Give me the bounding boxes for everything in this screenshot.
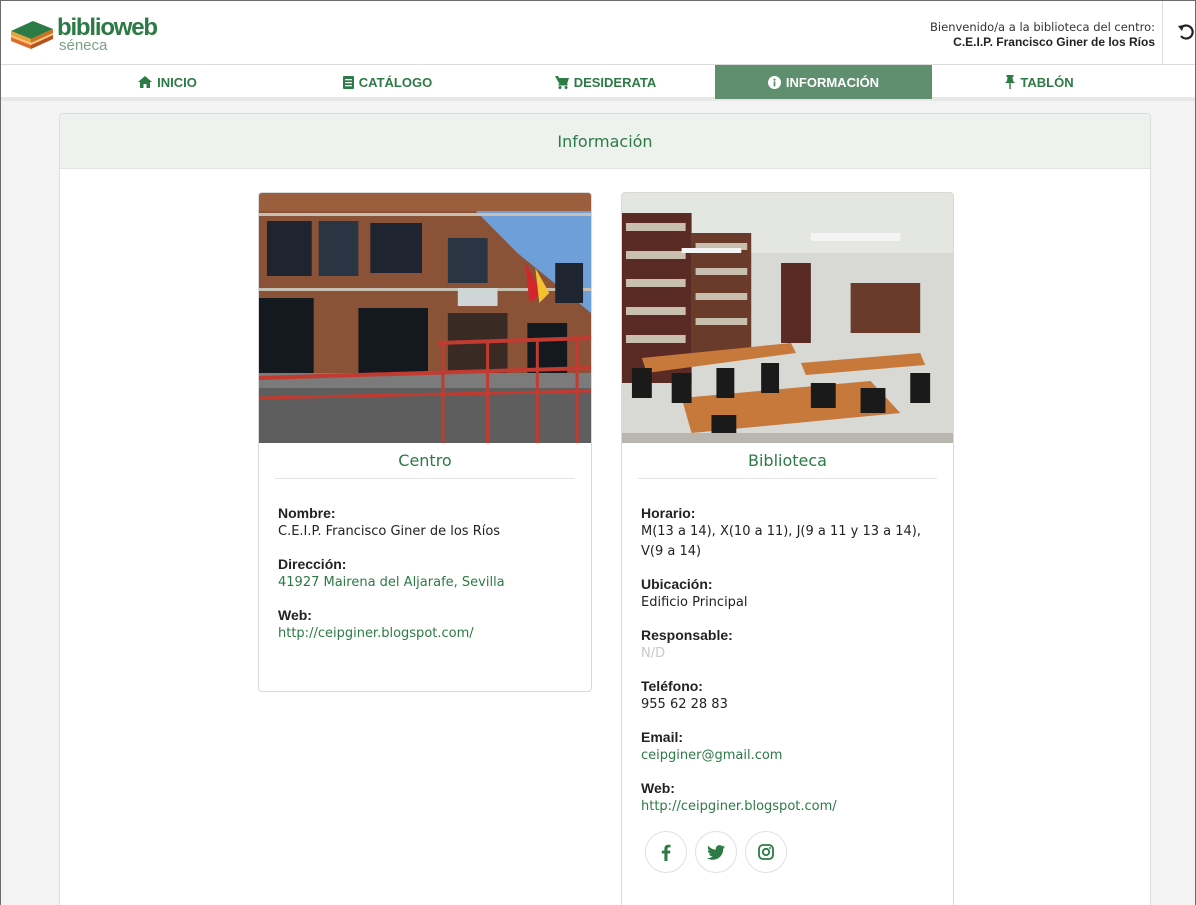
twitter-icon (707, 844, 725, 860)
direccion-label: Dirección: (278, 556, 347, 572)
biblioteca-web-link[interactable]: http://ceipginer.blogspot.com/ (641, 797, 934, 817)
cart-icon (554, 75, 569, 89)
nav-catalogo[interactable]: CATÁLOGO (279, 65, 496, 99)
header-divider (1162, 1, 1163, 65)
field-ubicacion: Ubicación: Edificio Principal (641, 576, 934, 613)
ubicacion-value: Edificio Principal (641, 595, 748, 610)
welcome-text: Bienvenido/a a la biblioteca del centro: (930, 20, 1155, 34)
field-web: Web: http://ceipginer.blogspot.com/ (641, 780, 934, 817)
pin-icon (1005, 75, 1016, 89)
email-label: Email: (641, 729, 684, 745)
welcome-block: Bienvenido/a a la biblioteca del centro:… (930, 20, 1155, 50)
centro-fields: Nombre: C.E.I.P. Francisco Giner de los … (259, 479, 591, 644)
email-link[interactable]: ceipginer@gmail.com (641, 746, 934, 766)
panel-title: Información (60, 114, 1150, 169)
nav-informacion[interactable]: INFORMACIÓN (715, 65, 932, 99)
facebook-button[interactable] (645, 831, 687, 873)
facebook-icon (661, 844, 671, 861)
nav-desiderata-label: DESIDERATA (573, 74, 657, 90)
horario-label: Horario: (641, 505, 696, 521)
center-name: C.E.I.P. Francisco Giner de los Ríos (953, 35, 1155, 49)
home-icon (138, 76, 153, 88)
ubicacion-label: Ubicación: (641, 576, 713, 592)
book-icon (342, 75, 354, 89)
nav-tablon[interactable]: TABLÓN (931, 65, 1148, 99)
information-panel: Información Centro Nombre: C.E.I.P. Fran… (59, 113, 1151, 905)
nav-catalogo-label: CATÁLOGO (358, 74, 433, 90)
field-responsable: Responsable: N/D (641, 627, 934, 664)
responsable-value: N/D (641, 646, 666, 661)
centro-title: Centro (275, 443, 575, 479)
info-icon (767, 75, 781, 89)
school-building-photo (259, 193, 591, 443)
nav-informacion-label: INFORMACIÓN (785, 74, 880, 90)
biblioteca-web-label: Web: (641, 780, 675, 796)
instagram-icon (758, 844, 774, 860)
instagram-button[interactable] (745, 831, 787, 873)
top-header: biblioweb séneca Bienvenido/a a la bibli… (1, 1, 1195, 65)
nombre-label: Nombre: (278, 505, 336, 521)
biblioweb-logo[interactable]: biblioweb séneca (9, 13, 189, 57)
centro-web-label: Web: (278, 607, 312, 623)
responsable-label: Responsable: (641, 627, 733, 643)
centro-web-link[interactable]: http://ceipginer.blogspot.com/ (278, 624, 572, 644)
nav-tablon-label: TABLÓN (1020, 74, 1074, 90)
biblioteca-title: Biblioteca (638, 443, 937, 479)
horario-value: M(13 a 14), X(10 a 11), J(9 a 11 y 13 a … (641, 524, 921, 559)
field-telefono: Teléfono: 955 62 28 83 (641, 678, 934, 715)
nav-inicio[interactable]: INICIO (59, 65, 276, 99)
centro-card: Centro Nombre: C.E.I.P. Francisco Giner … (258, 192, 592, 692)
nav-desiderata[interactable]: DESIDERATA (497, 65, 714, 99)
field-email: Email: ceipginer@gmail.com (641, 729, 934, 766)
direccion-link[interactable]: 41927 Mairena del Aljarafe, Sevilla (278, 573, 572, 593)
nombre-value: C.E.I.P. Francisco Giner de los Ríos (278, 524, 501, 539)
main-nav: INICIO CATÁLOGO DESIDERATA INFORMACIÓN T… (1, 65, 1195, 101)
field-web: Web: http://ceipginer.blogspot.com/ (278, 607, 572, 644)
logout-icon[interactable] (1177, 23, 1195, 41)
logo-sub-text: séneca (59, 37, 108, 54)
telefono-value: 955 62 28 83 (641, 697, 728, 712)
app-window: biblioweb séneca Bienvenido/a a la bibli… (0, 0, 1196, 905)
biblioteca-fields: Horario: M(13 a 14), X(10 a 11), J(9 a 1… (622, 479, 953, 873)
field-horario: Horario: M(13 a 14), X(10 a 11), J(9 a 1… (641, 505, 934, 562)
logo-main-text: biblioweb (57, 14, 158, 41)
telefono-label: Teléfono: (641, 678, 703, 694)
nav-inicio-label: INICIO (157, 74, 197, 90)
library-room-photo (622, 193, 953, 443)
field-direccion: Dirección: 41927 Mairena del Aljarafe, S… (278, 556, 572, 593)
biblioteca-card: Biblioteca Horario: M(13 a 14), X(10 a 1… (621, 192, 954, 905)
social-links (645, 831, 934, 873)
field-nombre: Nombre: C.E.I.P. Francisco Giner de los … (278, 505, 572, 542)
books-logo-icon (11, 21, 53, 49)
twitter-button[interactable] (695, 831, 737, 873)
